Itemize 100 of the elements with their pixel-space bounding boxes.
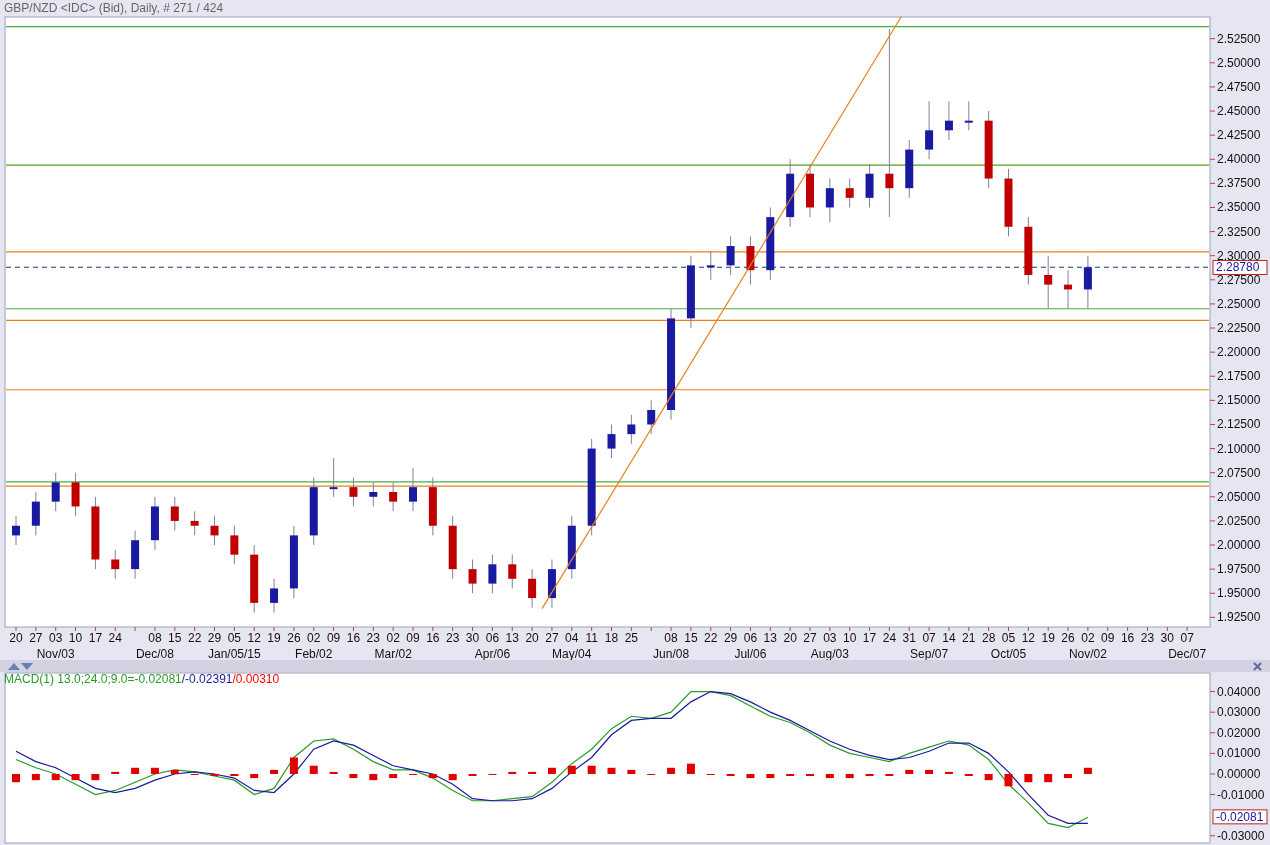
candlestick (170, 496, 179, 532)
date-axis-label: 24 (882, 631, 897, 645)
date-axis-label: 16 (426, 631, 440, 645)
month-axis-label: May/04 (552, 647, 592, 660)
candlestick (1083, 255, 1092, 310)
candlestick (528, 568, 537, 609)
candlestick (607, 423, 616, 459)
date-axis-label: 12 (1021, 631, 1036, 645)
date-axis-label: 29 (207, 631, 222, 645)
candlestick (746, 235, 755, 286)
price-axis-label: 2.12500 (1217, 417, 1261, 432)
candlestick (190, 510, 199, 536)
candlestick (865, 163, 874, 208)
date-axis-label: 08 (664, 631, 678, 645)
candlestick (71, 472, 80, 517)
indicator-axis-label: 0.01000 (1217, 746, 1261, 761)
candlestick (925, 100, 934, 160)
candlestick (12, 515, 20, 546)
date-axis-label: 19 (1041, 631, 1055, 645)
indicator-axis-label: 0.03000 (1217, 705, 1261, 720)
price-axis-label: 2.32500 (1217, 224, 1261, 239)
price-axis-label: 2.10000 (1217, 441, 1261, 456)
candlestick (448, 515, 457, 580)
date-axis-label: 07 (922, 631, 936, 645)
candlestick (786, 158, 795, 228)
price-axis-label: 1.95000 (1217, 586, 1261, 601)
candlestick (409, 467, 417, 512)
candlestick (905, 139, 914, 199)
current-price-label: 2.28780 (1212, 259, 1268, 275)
date-axis-label: 23 (446, 631, 460, 645)
month-axis-label: Dec/07 (1168, 647, 1207, 660)
candlestick (1044, 255, 1053, 310)
date-axis-label: 20 (783, 631, 797, 645)
month-axis-label: Feb/02 (295, 647, 333, 660)
date-axis-label: 03 (49, 631, 63, 645)
candlestick (647, 399, 656, 435)
price-axis-label: 2.50000 (1217, 55, 1261, 70)
date-axis-label: 15 (684, 631, 698, 645)
indicator-axis-label: -0.01000 (1217, 787, 1265, 802)
date-axis-label: 28 (981, 631, 996, 645)
price-axis-label: 2.35000 (1217, 200, 1261, 215)
price-axis-label: 2.22500 (1217, 321, 1261, 336)
candlestick (1024, 216, 1033, 286)
date-axis-label: 03 (823, 631, 837, 645)
indicator-axis-label: 0.00000 (1217, 766, 1261, 781)
candlestick (150, 496, 159, 551)
date-axis-label: 24 (108, 631, 122, 645)
price-axis-label: 2.20000 (1217, 345, 1261, 360)
candlestick (349, 477, 358, 507)
price-axis-label: 2.45000 (1217, 104, 1261, 119)
date-axis-label: 13 (763, 631, 777, 645)
candlestick (1004, 168, 1013, 237)
date-axis-label: 21 (962, 631, 976, 645)
date-axis-label: 08 (148, 631, 162, 645)
month-axis-label: Nov/03 (36, 647, 75, 660)
price-axis-label: 1.97500 (1217, 562, 1261, 577)
chart-title: GBP/NZD <IDC> (Bid), Daily, # 271 / 424 (4, 2, 224, 14)
indicator-axis-label: -0.03000 (1217, 828, 1265, 843)
current-value-label: -0.02081 (1212, 809, 1268, 825)
date-axis-label: 12 (247, 631, 261, 645)
date-axis-label: 11 (585, 631, 598, 645)
candlestick (726, 235, 735, 276)
price-axis-label: 2.25000 (1217, 296, 1261, 311)
candlestick (389, 481, 398, 512)
price-axis-label: 2.52500 (1217, 31, 1261, 46)
date-axis-label: 04 (565, 631, 579, 645)
candlestick (250, 544, 259, 614)
candlestick (825, 178, 834, 223)
date-axis-label: 10 (843, 631, 857, 645)
date-axis-label: 20 (9, 631, 23, 645)
close-icon[interactable] (1253, 661, 1262, 671)
candlestick (309, 477, 318, 546)
month-axis-label: Oct/05 (990, 647, 1027, 660)
indicator-legend-text: /0.00310 (232, 673, 280, 685)
indicator-axis-label: 0.02000 (1217, 725, 1261, 740)
candlestick (131, 530, 140, 580)
indicator-legend-text: MACD(1) 13.0;24.0;9.0=-0.02081 (4, 673, 182, 685)
candlestick (547, 559, 556, 609)
month-axis-label: Mar/02 (374, 647, 412, 660)
price-axis-label: 2.05000 (1217, 489, 1261, 504)
date-axis-label: 05 (227, 631, 242, 645)
date-axis-label: 26 (287, 631, 301, 645)
month-axis-label: Sep/07 (910, 647, 949, 660)
date-axis-label: 06 (485, 631, 500, 645)
down-arrow-icon[interactable] (21, 662, 33, 670)
price-axis-label: 2.47500 (1217, 79, 1261, 94)
date-axis-label: 25 (624, 631, 639, 645)
candlestick (51, 472, 60, 512)
date-axis-label: 22 (187, 631, 202, 645)
price-axis-label: 2.02500 (1217, 513, 1261, 528)
candlestick (567, 515, 576, 580)
indicator-legend-text: /-0.02391 (181, 673, 233, 685)
date-axis-label: 17 (88, 631, 103, 645)
month-axis-label: Dec/08 (135, 647, 174, 660)
price-axis-label: 2.15000 (1217, 393, 1261, 408)
date-axis-label: 27 (545, 631, 559, 645)
up-arrow-icon[interactable] (8, 662, 20, 670)
date-axis-label: 13 (505, 631, 519, 645)
date-axis-label: 23 (1140, 631, 1155, 645)
candlestick (508, 554, 517, 589)
